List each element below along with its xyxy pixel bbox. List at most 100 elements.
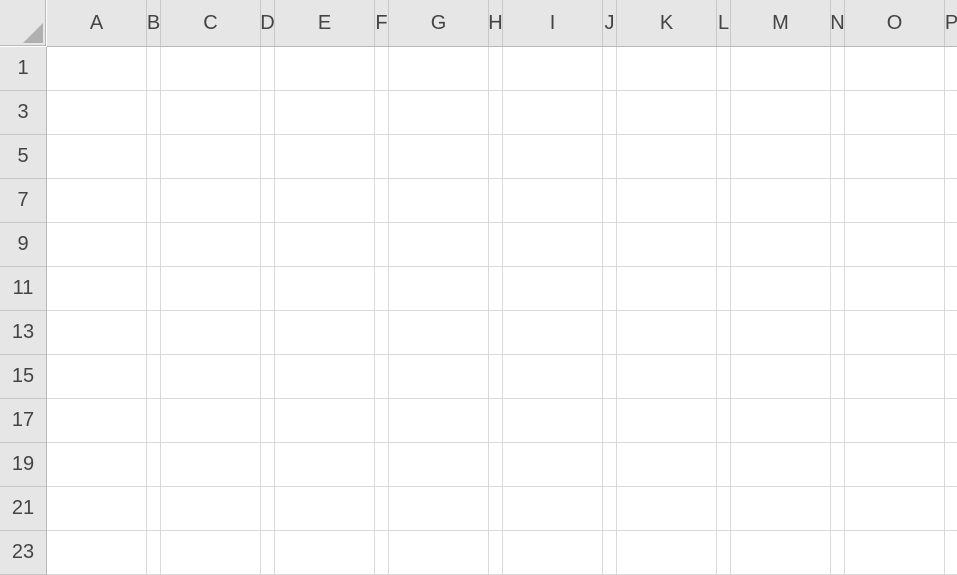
- cell[interactable]: [945, 311, 957, 355]
- cell[interactable]: [147, 487, 161, 531]
- cell[interactable]: [161, 311, 261, 355]
- cell[interactable]: [617, 267, 717, 311]
- cell[interactable]: [47, 47, 147, 91]
- cell[interactable]: [717, 311, 731, 355]
- cell[interactable]: [503, 267, 603, 311]
- cell[interactable]: [275, 399, 375, 443]
- cell[interactable]: [603, 47, 617, 91]
- cell[interactable]: [731, 487, 831, 531]
- cell[interactable]: [617, 179, 717, 223]
- cell[interactable]: [731, 135, 831, 179]
- cell[interactable]: [389, 355, 489, 399]
- cell[interactable]: [47, 223, 147, 267]
- cell[interactable]: [845, 355, 945, 399]
- column-header-D[interactable]: D: [261, 0, 275, 46]
- cell[interactable]: [375, 179, 389, 223]
- cell[interactable]: [161, 91, 261, 135]
- cell[interactable]: [489, 267, 503, 311]
- cell[interactable]: [831, 91, 845, 135]
- cell[interactable]: [603, 443, 617, 487]
- cell[interactable]: [717, 443, 731, 487]
- cell[interactable]: [731, 47, 831, 91]
- column-header-I[interactable]: I: [503, 0, 603, 46]
- cell[interactable]: [161, 267, 261, 311]
- cell[interactable]: [617, 91, 717, 135]
- column-header-G[interactable]: G: [389, 0, 489, 46]
- cell[interactable]: [845, 91, 945, 135]
- cell[interactable]: [275, 443, 375, 487]
- cell[interactable]: [731, 223, 831, 267]
- column-header-B[interactable]: B: [147, 0, 161, 46]
- cell[interactable]: [375, 135, 389, 179]
- cell[interactable]: [375, 487, 389, 531]
- cell[interactable]: [489, 443, 503, 487]
- cell[interactable]: [375, 399, 389, 443]
- column-header-F[interactable]: F: [375, 0, 389, 46]
- cell[interactable]: [389, 135, 489, 179]
- cell[interactable]: [389, 47, 489, 91]
- cell[interactable]: [261, 311, 275, 355]
- cell[interactable]: [831, 223, 845, 267]
- cell[interactable]: [47, 531, 147, 575]
- cell[interactable]: [717, 223, 731, 267]
- cell[interactable]: [147, 311, 161, 355]
- cell[interactable]: [261, 399, 275, 443]
- cell[interactable]: [503, 311, 603, 355]
- cell[interactable]: [47, 399, 147, 443]
- cell[interactable]: [617, 135, 717, 179]
- select-all-corner[interactable]: [0, 0, 46, 46]
- cell[interactable]: [945, 47, 957, 91]
- cell[interactable]: [945, 443, 957, 487]
- cell[interactable]: [489, 355, 503, 399]
- cell[interactable]: [617, 443, 717, 487]
- cell[interactable]: [731, 267, 831, 311]
- cell[interactable]: [831, 179, 845, 223]
- cell[interactable]: [47, 91, 147, 135]
- cell[interactable]: [275, 179, 375, 223]
- cell[interactable]: [945, 179, 957, 223]
- cell[interactable]: [831, 47, 845, 91]
- cell[interactable]: [375, 91, 389, 135]
- cell[interactable]: [717, 91, 731, 135]
- cell[interactable]: [389, 179, 489, 223]
- cell[interactable]: [731, 91, 831, 135]
- cell[interactable]: [717, 531, 731, 575]
- cell[interactable]: [731, 311, 831, 355]
- cell[interactable]: [489, 399, 503, 443]
- cell[interactable]: [503, 135, 603, 179]
- cell[interactable]: [845, 487, 945, 531]
- cell[interactable]: [375, 531, 389, 575]
- cell[interactable]: [375, 47, 389, 91]
- cell[interactable]: [161, 531, 261, 575]
- column-header-M[interactable]: M: [731, 0, 831, 46]
- cell[interactable]: [945, 267, 957, 311]
- cell[interactable]: [161, 223, 261, 267]
- cell[interactable]: [161, 355, 261, 399]
- row-header-9[interactable]: 9: [0, 223, 46, 267]
- cell[interactable]: [945, 355, 957, 399]
- cell[interactable]: [845, 47, 945, 91]
- cell[interactable]: [261, 135, 275, 179]
- cell[interactable]: [275, 487, 375, 531]
- cell[interactable]: [617, 47, 717, 91]
- cell[interactable]: [375, 223, 389, 267]
- row-header-23[interactable]: 23: [0, 531, 46, 575]
- cell[interactable]: [831, 443, 845, 487]
- cell[interactable]: [831, 135, 845, 179]
- cell[interactable]: [731, 179, 831, 223]
- row-header-7[interactable]: 7: [0, 179, 46, 223]
- cell[interactable]: [389, 443, 489, 487]
- cell[interactable]: [389, 531, 489, 575]
- cell[interactable]: [389, 91, 489, 135]
- row-header-13[interactable]: 13: [0, 311, 46, 355]
- cell[interactable]: [603, 531, 617, 575]
- cell[interactable]: [375, 355, 389, 399]
- cell[interactable]: [503, 223, 603, 267]
- cell[interactable]: [503, 355, 603, 399]
- cell[interactable]: [717, 355, 731, 399]
- cell[interactable]: [603, 91, 617, 135]
- cell[interactable]: [503, 91, 603, 135]
- cell[interactable]: [717, 179, 731, 223]
- cell[interactable]: [275, 91, 375, 135]
- cell[interactable]: [147, 399, 161, 443]
